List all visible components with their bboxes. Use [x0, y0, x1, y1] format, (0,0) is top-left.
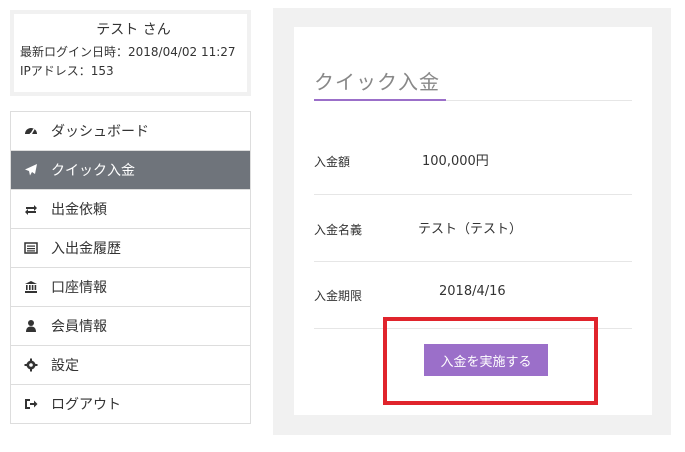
title-underline	[314, 99, 446, 101]
row-divider	[314, 194, 632, 195]
retweet-icon	[24, 202, 38, 216]
sidebar-item-label: 出金依頼	[51, 202, 107, 218]
sidebar-item-label: ログアウト	[51, 397, 121, 413]
sidebar-item-withdrawal-request[interactable]: 出金依頼	[11, 190, 250, 229]
deposit-amount-value: 100,000円	[422, 154, 489, 169]
user-info-card: テスト さん 最新ログイン日時：2018/04/02 11:27 IPアドレス：…	[14, 14, 247, 92]
sidebar-item-settings[interactable]: 設定	[11, 346, 250, 385]
page-title: クイック入金	[314, 70, 440, 94]
sidebar-item-dashboard[interactable]: ダッシュボード	[11, 112, 250, 151]
row-divider	[314, 261, 632, 262]
sidebar-item-label: 会員情報	[51, 319, 107, 335]
submit-deposit-button[interactable]: 入金を実施する	[424, 344, 548, 376]
sidebar-menu: ダッシュボード クイック入金 出金依頼 入出金履歴 口座情報 会員情報 設定 ロ…	[10, 111, 251, 424]
user-name: テスト さん	[96, 22, 171, 38]
sidebar-item-label: ダッシュボード	[51, 124, 149, 140]
bank-icon	[24, 280, 38, 294]
sidebar-item-label: 入出金履歴	[51, 241, 121, 257]
sidebar-item-label: 口座情報	[51, 280, 107, 296]
gear-icon	[24, 358, 38, 372]
deposit-name-label: 入金名義	[314, 223, 363, 237]
deposit-deadline-value: 2018/4/16	[439, 284, 506, 299]
sidebar-item-quick-deposit[interactable]: クイック入金	[11, 151, 250, 190]
sign-out-icon	[24, 397, 38, 411]
sidebar-item-label: クイック入金	[51, 163, 135, 179]
sidebar-item-transaction-history[interactable]: 入出金履歴	[11, 229, 250, 268]
sidebar-item-logout[interactable]: ログアウト	[11, 385, 250, 423]
sidebar-item-account-info[interactable]: 口座情報	[11, 268, 250, 307]
dashboard-icon	[24, 124, 38, 138]
sidebar-item-label: 設定	[51, 358, 79, 374]
sidebar-item-member-info[interactable]: 会員情報	[11, 307, 250, 346]
list-alt-icon	[24, 241, 38, 255]
last-login-text: 最新ログイン日時：2018/04/02 11:27	[20, 45, 236, 59]
paper-plane-icon	[24, 163, 38, 177]
ip-address-text: IPアドレス：153	[20, 64, 114, 78]
user-info-panel: テスト さん 最新ログイン日時：2018/04/02 11:27 IPアドレス：…	[10, 10, 251, 96]
deposit-amount-label: 入金額	[314, 155, 351, 169]
deposit-deadline-label: 入金期限	[314, 289, 363, 303]
user-icon	[24, 319, 38, 333]
deposit-name-value: テスト（テスト）	[418, 222, 523, 237]
